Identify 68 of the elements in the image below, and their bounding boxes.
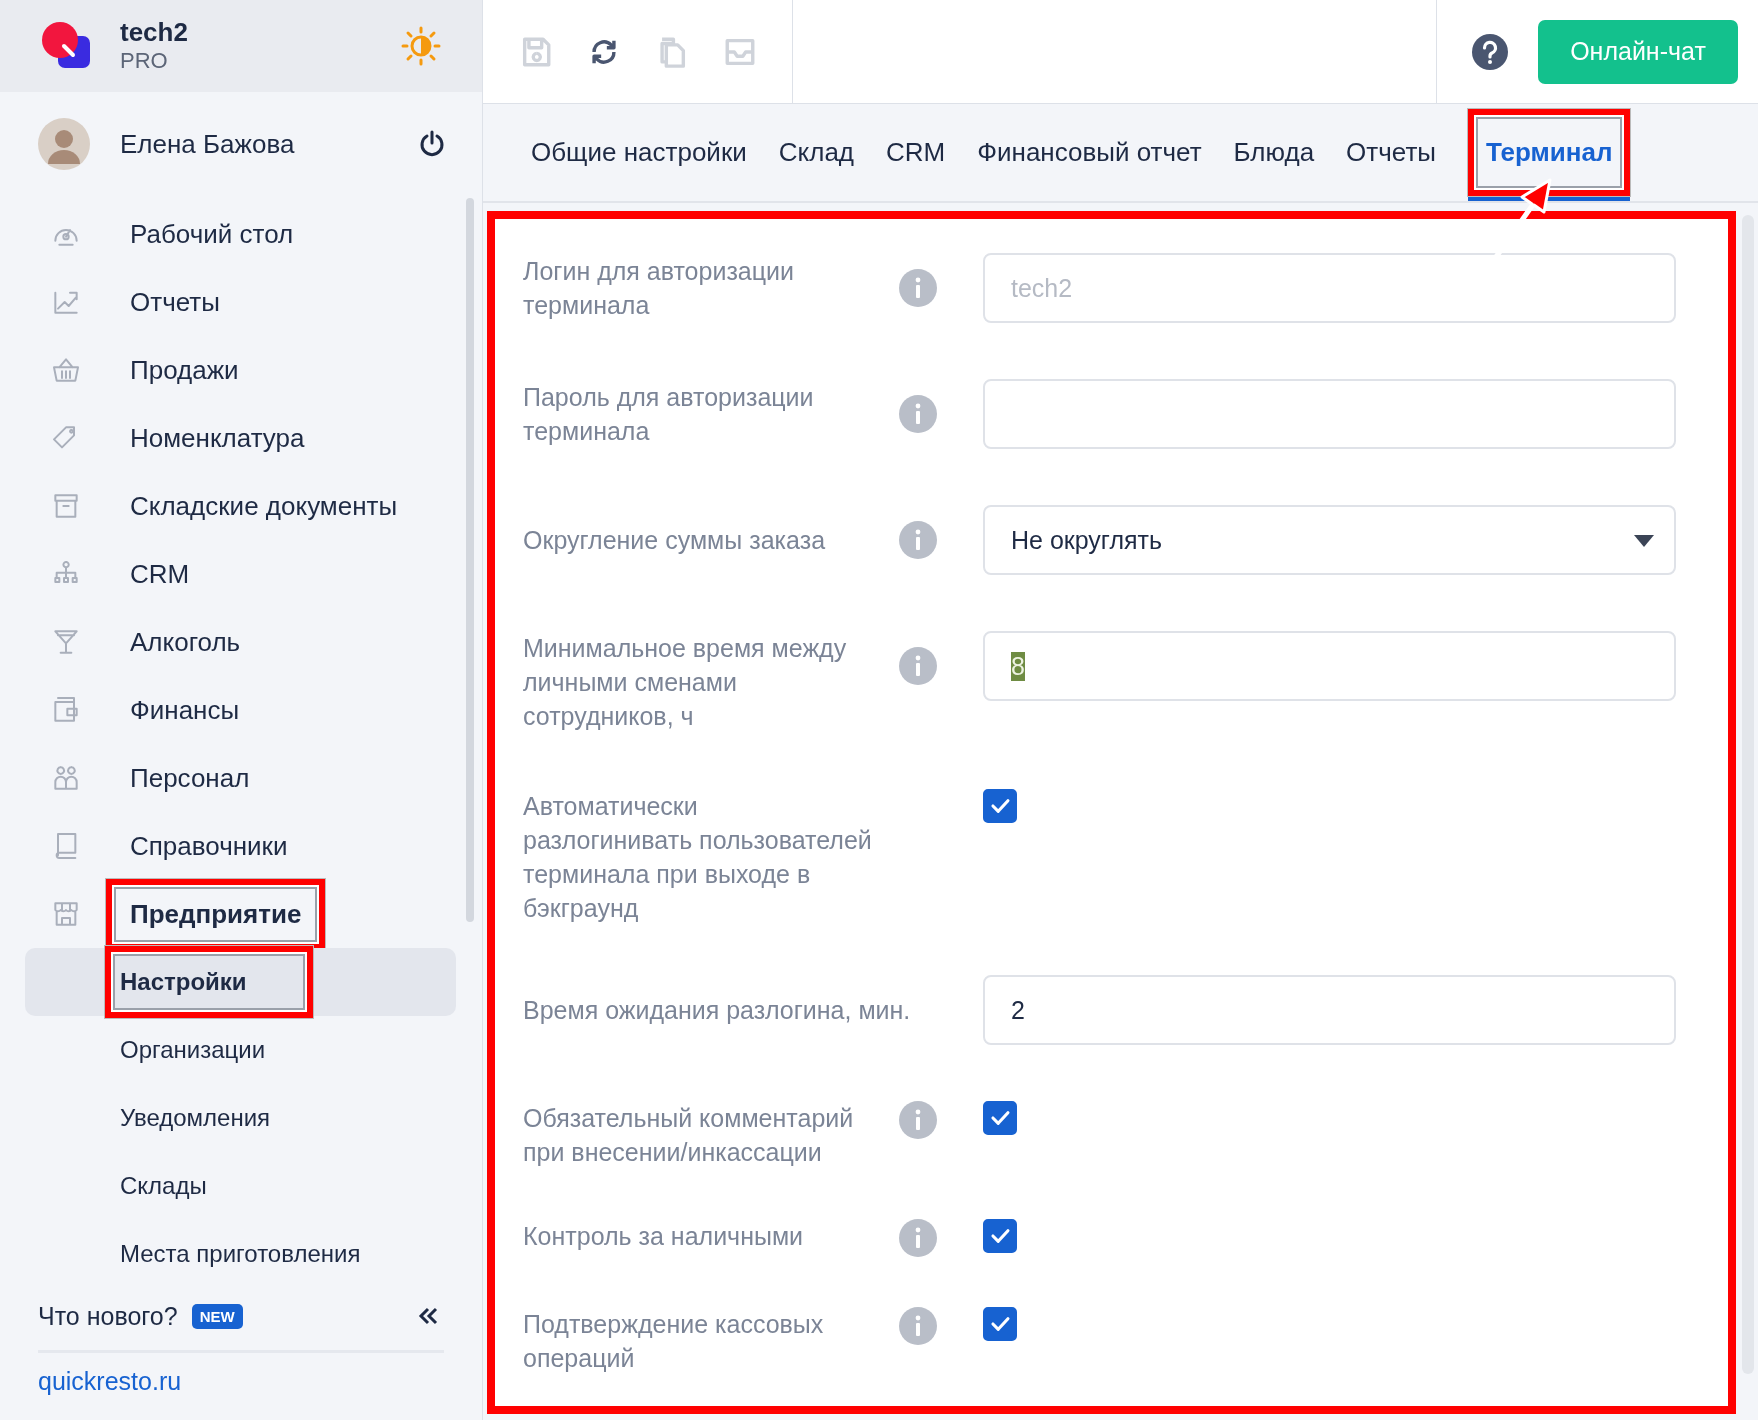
checkbox[interactable] bbox=[983, 1307, 1017, 1341]
user-name: Елена Бажова bbox=[120, 128, 296, 160]
nav-item[interactable]: CRM bbox=[0, 540, 482, 608]
nav-subitem[interactable]: Настройки bbox=[25, 948, 456, 1016]
nav-label: Продажи bbox=[130, 354, 239, 386]
nav-item[interactable]: Алкоголь bbox=[0, 608, 482, 676]
help-icon[interactable] bbox=[1472, 33, 1508, 70]
nav-item[interactable]: Номенклатура bbox=[0, 404, 482, 472]
tab[interactable]: Склад bbox=[778, 104, 855, 201]
nav-label: Справочники bbox=[130, 830, 288, 862]
nav-item[interactable]: Финансы bbox=[0, 676, 482, 744]
avatar bbox=[38, 118, 90, 171]
input-field[interactable] bbox=[983, 379, 1676, 449]
site-link[interactable]: quickresto.ru bbox=[38, 1367, 182, 1395]
scrollbar-thumb[interactable] bbox=[466, 198, 474, 922]
nav-label: Персонал bbox=[130, 762, 250, 794]
setting-label: Логин для авторизации терминала bbox=[523, 256, 795, 321]
info-icon[interactable] bbox=[899, 521, 937, 559]
nav-label: Алкоголь bbox=[130, 626, 241, 658]
info-icon[interactable] bbox=[899, 395, 937, 433]
nav-item[interactable]: Рабочий стол bbox=[0, 200, 482, 268]
nav-subitem[interactable]: Склады bbox=[25, 1152, 456, 1220]
input-field[interactable]: 2 bbox=[983, 975, 1676, 1045]
info-icon[interactable] bbox=[899, 1101, 937, 1139]
nav-label: Номенклатура bbox=[130, 422, 305, 454]
setting-label: Автоматически разлогинивать пользователей терминала при выходе в бэкграунд bbox=[523, 791, 873, 924]
nav-label: Отчеты bbox=[130, 286, 220, 318]
nav-label: Финансы bbox=[130, 694, 240, 726]
nav-item[interactable]: Складские документы bbox=[0, 472, 482, 540]
info-icon[interactable] bbox=[899, 1219, 937, 1257]
nav-label: Рабочий стол bbox=[130, 218, 294, 250]
tab[interactable]: Отчеты bbox=[1346, 104, 1436, 201]
account-name: tech2 bbox=[120, 17, 189, 48]
tab[interactable]: Общие настройки bbox=[531, 104, 747, 201]
setting-label: Время ожидания разлогина, мин. bbox=[523, 995, 912, 1026]
plan-label: PRO bbox=[120, 47, 169, 76]
theme-toggle-icon[interactable] bbox=[401, 26, 441, 67]
setting-label: Пароль для авторизации терминала bbox=[523, 382, 815, 447]
whats-new-link[interactable]: Что нового? bbox=[38, 1301, 178, 1331]
tab[interactable]: Блюда bbox=[1233, 104, 1315, 201]
tab[interactable]: Финансовый отчет bbox=[977, 104, 1202, 201]
setting-label: Обязательный комментарий при внесении/инкассации bbox=[523, 1103, 855, 1168]
setting-label: Подтверждение кассовых операций bbox=[523, 1309, 825, 1374]
checkbox[interactable] bbox=[983, 1219, 1017, 1253]
nav-label: CRM bbox=[130, 558, 190, 590]
input-field[interactable]: tech2 bbox=[983, 253, 1676, 323]
nav-item[interactable]: Справочники bbox=[0, 812, 482, 880]
tab[interactable]: CRM bbox=[886, 104, 946, 201]
nav-subitem[interactable]: Организации bbox=[25, 1016, 456, 1084]
checkbox[interactable] bbox=[983, 1101, 1017, 1135]
nav-item[interactable]: Продажи bbox=[0, 336, 482, 404]
power-icon[interactable] bbox=[418, 130, 446, 159]
nav-subitem[interactable]: Уведомления bbox=[25, 1084, 456, 1152]
setting-label: Минимальное время между личными сменами сотрудников, ч bbox=[523, 633, 848, 732]
nav-item[interactable]: Предприятие bbox=[0, 880, 482, 948]
info-icon[interactable] bbox=[899, 1307, 937, 1345]
checkbox[interactable] bbox=[983, 789, 1017, 823]
setting-label: Контроль за наличными bbox=[523, 1221, 805, 1252]
info-icon[interactable] bbox=[899, 269, 937, 307]
nav-item[interactable]: Персонал bbox=[0, 744, 482, 812]
nav-subitem[interactable]: Места приготовления bbox=[25, 1220, 456, 1288]
info-icon[interactable] bbox=[899, 647, 937, 685]
setting-label: Округление суммы заказа bbox=[523, 525, 827, 556]
nav-item[interactable]: Отчеты bbox=[0, 268, 482, 336]
caret-icon bbox=[1634, 535, 1654, 547]
nav-label: Складские документы bbox=[130, 490, 398, 522]
dropdown[interactable]: Не округлять bbox=[983, 505, 1676, 575]
new-badge: NEW bbox=[191, 1303, 243, 1329]
